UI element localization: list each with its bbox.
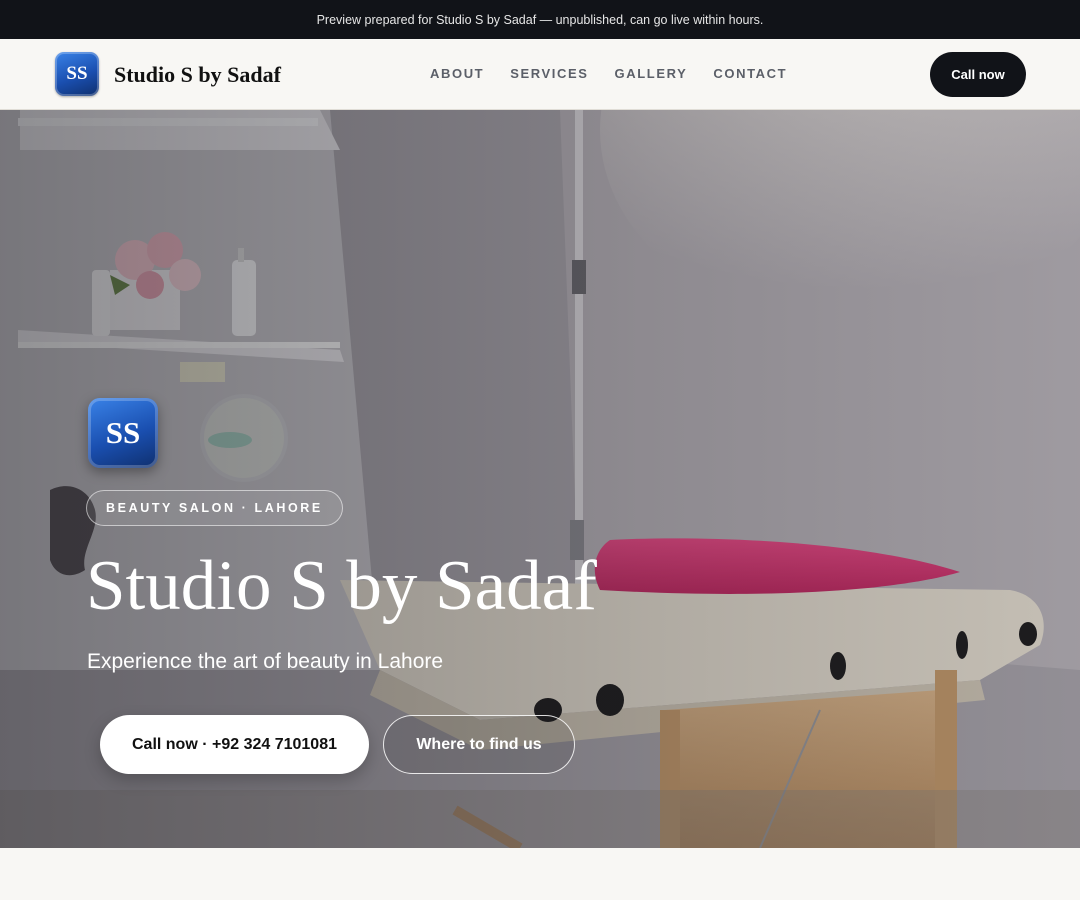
site-header: SS Studio S by Sadaf ABOUT SERVICES GALL… — [0, 39, 1080, 110]
hero-subtitle: Experience the art of beauty in Lahore — [87, 650, 444, 673]
nav-link-gallery[interactable]: GALLERY — [615, 66, 688, 81]
nav-link-about[interactable]: ABOUT — [430, 66, 484, 81]
hero-logo-text: SS — [105, 415, 141, 450]
announcement-bar: Preview prepared for Studio S by Sadaf —… — [0, 0, 1080, 39]
nav-link-contact[interactable]: CONTACT — [713, 66, 787, 81]
brand-logo-icon[interactable]: SS — [55, 52, 99, 96]
hero-location-button[interactable]: Where to find us — [383, 715, 575, 774]
hero-title: Studio S by Sadaf — [86, 547, 597, 625]
nav-link-services[interactable]: SERVICES — [510, 66, 588, 81]
hero-badge: BEAUTY SALON · LAHORE — [86, 490, 343, 526]
announcement-text: Preview prepared for Studio S by Sadaf —… — [316, 12, 764, 27]
hero-call-button[interactable]: Call now · +92 324 7101081 — [100, 715, 369, 774]
brand-name[interactable]: Studio S by Sadaf — [114, 62, 281, 88]
header-call-button[interactable]: Call now — [930, 52, 1026, 97]
brand-logo-text: SS — [66, 63, 88, 84]
hero-section: SS BEAUTY SALON · LAHORE Studio S by Sad… — [0, 110, 1080, 848]
hero-logo-icon: SS — [88, 398, 158, 468]
main-nav: ABOUT SERVICES GALLERY CONTACT — [430, 66, 787, 81]
